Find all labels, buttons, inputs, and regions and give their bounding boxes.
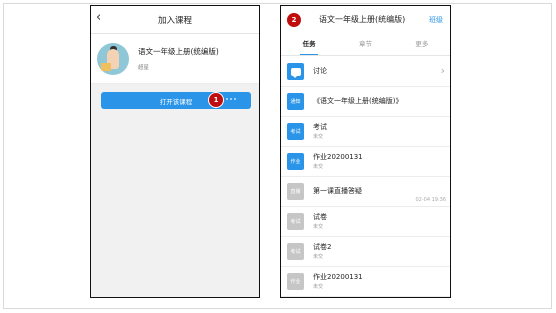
class-link[interactable]: 班级	[429, 15, 443, 25]
tab-more[interactable]: 更多	[394, 34, 450, 55]
header: ‹ 加入课程	[91, 6, 259, 34]
item-title: 第一课直播答疑	[313, 187, 362, 195]
content-area: 打开该课程 1	[91, 84, 259, 297]
header: 2 语文一年级上册(统编版) 班级	[281, 6, 450, 34]
item-status: 未交	[313, 134, 324, 140]
item-title: 作业20200131	[313, 273, 363, 281]
exam-icon: 考试	[287, 213, 304, 230]
open-course-button[interactable]: 打开该课程	[101, 92, 251, 109]
step-badge: 1	[209, 93, 223, 107]
live-icon: 直播	[287, 183, 304, 200]
list-item-discussion[interactable]: 讨论 ›	[281, 57, 450, 87]
loading-dots-icon	[226, 98, 236, 100]
list-item[interactable]: 考试 试卷 未交	[281, 207, 450, 237]
list-item[interactable]: 直播 第一课直播答疑 02-04 19:36	[281, 177, 450, 207]
chat-bubble-icon	[287, 63, 304, 80]
item-status: 未交	[313, 254, 324, 260]
exam-icon: 考试	[287, 243, 304, 260]
slide: ‹ 加入课程 语文一年级上册(统编版) 超星 打开该课程 1 2 语文一年级上册…	[0, 0, 556, 313]
notice-icon: 通知	[287, 93, 304, 110]
open-course-button-label: 打开该课程	[159, 97, 193, 106]
course-cover-image	[97, 42, 129, 75]
tab-chapters[interactable]: 章节	[337, 34, 393, 55]
course-detail-screen: 2 语文一年级上册(统编版) 班级 任务 章节 更多 讨论 › 通知 《语文一年…	[280, 5, 451, 298]
join-course-screen: ‹ 加入课程 语文一年级上册(统编版) 超星 打开该课程 1	[90, 5, 260, 298]
item-title: 讨论	[313, 67, 327, 75]
item-status: 未交	[313, 284, 324, 290]
course-card: 语文一年级上册(统编版) 超星	[91, 34, 259, 84]
item-title: 试卷2	[313, 243, 332, 251]
page-title: 语文一年级上册(统编版)	[319, 15, 406, 24]
item-title: 《语文一年级上册(统编版)》	[313, 97, 403, 105]
item-status: 未交	[313, 224, 324, 230]
item-status: 未交	[313, 164, 324, 170]
list-item[interactable]: 考试 试卷2 未交	[281, 237, 450, 267]
list-item[interactable]: 作业 作业20200131 未交	[281, 267, 450, 297]
list-item[interactable]: 通知 《语文一年级上册(统编版)》	[281, 87, 450, 117]
task-list: 讨论 › 通知 《语文一年级上册(统编版)》 考试 考试 未交 作业 作业202…	[281, 57, 450, 297]
chevron-left-icon[interactable]: ‹	[96, 10, 101, 25]
item-title: 作业20200131	[313, 153, 363, 161]
page-title: 加入课程	[157, 15, 192, 26]
homework-icon: 作业	[287, 153, 304, 170]
course-teacher: 超星	[138, 65, 150, 71]
course-name: 语文一年级上册(统编版)	[138, 47, 219, 56]
tab-bar: 任务 章节 更多	[281, 34, 450, 56]
homework-icon: 作业	[287, 273, 304, 290]
item-title: 考试	[313, 123, 327, 131]
slide-border	[3, 3, 552, 309]
item-title: 试卷	[313, 213, 327, 221]
item-time: 02-04 19:36	[415, 197, 446, 203]
chevron-right-icon: ›	[440, 64, 445, 77]
tab-tasks[interactable]: 任务	[281, 34, 337, 55]
exam-icon: 考试	[287, 123, 304, 140]
list-item[interactable]: 作业 作业20200131 未交	[281, 147, 450, 177]
step-badge: 2	[287, 13, 301, 27]
list-item[interactable]: 考试 考试 未交	[281, 117, 450, 147]
